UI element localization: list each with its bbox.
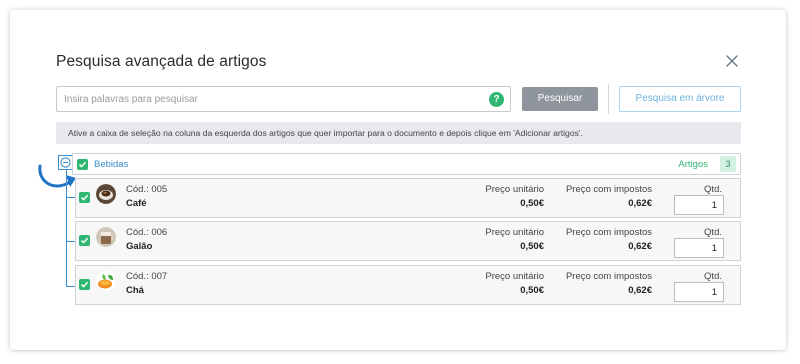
price-with-tax-label: Preço com impostos bbox=[565, 227, 652, 238]
quantity-label: Qtd. bbox=[704, 227, 722, 238]
info-bar: Ative a caixa de seleção na coluna da es… bbox=[56, 122, 741, 144]
category-count-label: Artigos bbox=[678, 159, 708, 170]
quantity-label: Qtd. bbox=[704, 271, 722, 282]
article-code: Cód.: 006 bbox=[126, 227, 168, 238]
divider bbox=[608, 84, 609, 114]
unit-price-value: 0,50€ bbox=[520, 285, 544, 296]
category-count-badge: 3 bbox=[720, 156, 736, 172]
price-with-tax-value: 0,62€ bbox=[628, 241, 652, 252]
search-input[interactable] bbox=[57, 87, 477, 111]
search-button[interactable]: Pesquisar bbox=[522, 87, 598, 111]
galao-cup-image bbox=[96, 227, 116, 247]
search-field[interactable]: ? bbox=[56, 86, 511, 112]
article-checkbox[interactable] bbox=[79, 235, 90, 246]
tea-image bbox=[96, 271, 116, 291]
quantity-input[interactable] bbox=[674, 282, 724, 302]
unit-price-label: Preço unitário bbox=[485, 184, 544, 195]
tree-search-button[interactable]: Pesquisa em árvore bbox=[619, 86, 741, 112]
price-with-tax-value: 0,62€ bbox=[628, 285, 652, 296]
tree-connector bbox=[66, 170, 67, 287]
article-name: Café bbox=[126, 198, 147, 209]
tree-connector bbox=[66, 241, 75, 242]
article-row[interactable]: Cód.: 005 Café Preço unitário 0,50€ Preç… bbox=[75, 178, 741, 218]
unit-price-label: Preço unitário bbox=[485, 271, 544, 282]
unit-price-label: Preço unitário bbox=[485, 227, 544, 238]
article-name: Galão bbox=[126, 241, 153, 252]
price-with-tax-value: 0,62€ bbox=[628, 198, 652, 209]
article-row[interactable]: Cód.: 006 Galão Preço unitário 0,50€ Pre… bbox=[75, 221, 741, 261]
dialog-title: Pesquisa avançada de artigos bbox=[56, 53, 267, 70]
quantity-input[interactable] bbox=[674, 195, 724, 215]
tree-connector bbox=[66, 197, 75, 198]
quantity-input[interactable] bbox=[674, 238, 724, 258]
unit-price-value: 0,50€ bbox=[520, 198, 544, 209]
article-code: Cód.: 007 bbox=[126, 271, 168, 282]
help-icon[interactable]: ? bbox=[489, 92, 504, 107]
info-text: Ative a caixa de seleção na coluna da es… bbox=[68, 128, 583, 138]
close-icon[interactable] bbox=[725, 54, 739, 68]
article-checkbox[interactable] bbox=[79, 192, 90, 203]
category-checkbox[interactable] bbox=[77, 159, 88, 170]
collapse-icon[interactable] bbox=[58, 155, 73, 170]
quantity-label: Qtd. bbox=[704, 184, 722, 195]
article-name: Chá bbox=[126, 285, 144, 296]
article-checkbox[interactable] bbox=[79, 279, 90, 290]
advanced-search-dialog: Pesquisa avançada de artigos ? Pesquisar… bbox=[10, 10, 786, 350]
article-code: Cód.: 005 bbox=[126, 184, 168, 195]
article-row[interactable]: Cód.: 007 Chá Preço unitário 0,50€ Preço… bbox=[75, 265, 741, 305]
category-row[interactable]: Bebidas Artigos 3 bbox=[72, 153, 741, 175]
price-with-tax-label: Preço com impostos bbox=[565, 271, 652, 282]
tree-connector bbox=[66, 286, 75, 287]
category-name[interactable]: Bebidas bbox=[94, 159, 128, 170]
coffee-cup-image bbox=[96, 184, 116, 204]
unit-price-value: 0,50€ bbox=[520, 241, 544, 252]
price-with-tax-label: Preço com impostos bbox=[565, 184, 652, 195]
